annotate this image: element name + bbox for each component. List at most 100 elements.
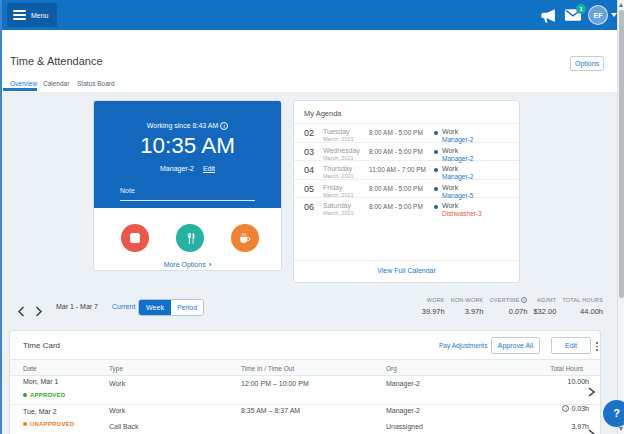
meal-button[interactable]	[176, 224, 204, 252]
break-button[interactable]	[231, 224, 259, 252]
row-chevron-icon[interactable]	[588, 425, 595, 434]
help-button[interactable]: ?	[603, 400, 624, 427]
status-badge: UNAPPROVED	[30, 421, 74, 427]
edit-button[interactable]: Edit	[551, 337, 591, 354]
info-icon[interactable]: i	[521, 297, 527, 303]
info-icon[interactable]: i	[562, 405, 569, 412]
clock-assignment-row: Manager-2 Edit	[94, 165, 281, 172]
window-left-edge	[0, 0, 2, 434]
pay-adjustments-link[interactable]: Pay Adjustments	[439, 342, 487, 349]
clock-panel: Working since 8:43 AM i 10:35 AM Manager…	[94, 101, 281, 208]
agenda-type: Work	[442, 165, 458, 172]
agenda-card: My Agenda 02 Tuesday March, 2021 8:00 AM…	[293, 100, 520, 283]
scrollbar-thumb[interactable]	[619, 10, 624, 298]
stat-overtime: OVERTIME i0.07h	[489, 297, 527, 316]
agenda-title: My Agenda	[304, 109, 342, 118]
agenda-month: March, 2021	[323, 136, 354, 142]
event-dot	[434, 131, 438, 135]
time-attendance-page: Menu 1 EF Time & Attendance Options Over…	[0, 0, 624, 434]
agenda-item[interactable]: 02 Tuesday March, 2021 8:00 AM - 5:00 PM…	[294, 124, 519, 143]
agenda-item[interactable]: 05 Friday March, 2021 8:00 AM - 5:00 PM …	[294, 180, 519, 199]
utensils-icon	[184, 232, 197, 245]
agenda-weekday: Friday	[323, 184, 342, 191]
stat-adjmt: ADJMT$32.00	[533, 297, 556, 316]
info-icon[interactable]: i	[220, 122, 228, 130]
agenda-month: March, 2021	[323, 155, 354, 161]
agenda-day: 05	[304, 184, 314, 194]
agenda-type: Work	[442, 147, 458, 154]
stop-work-button[interactable]	[121, 224, 149, 252]
week-toggle[interactable]: Week	[139, 300, 171, 315]
agenda-time: 11:00 AM - 7:00 PM	[369, 166, 426, 173]
agenda-day: 06	[304, 202, 314, 212]
menu-button[interactable]: Menu	[7, 3, 57, 27]
agenda-item[interactable]: 04 Thursday March, 2021 11:00 AM - 7:00 …	[294, 161, 519, 180]
clock-actions: More Options›	[94, 208, 281, 271]
more-actions-icon[interactable]	[595, 340, 599, 353]
hamburger-icon	[13, 8, 26, 22]
agenda-time: 8:00 AM - 5:00 PM	[369, 148, 423, 155]
page-title: Time & Attendance	[10, 55, 103, 67]
period-toggle[interactable]: Period	[171, 300, 203, 315]
row-chevron-icon[interactable]	[588, 383, 595, 401]
more-options-link[interactable]: More Options›	[94, 260, 281, 269]
view-full-calendar-link[interactable]: View Full Calendar	[294, 267, 519, 274]
event-dot	[434, 187, 438, 191]
note-input[interactable]	[120, 200, 255, 201]
agenda-list: 02 Tuesday March, 2021 8:00 AM - 5:00 PM…	[294, 124, 519, 217]
week-period-toggle: Week Period	[138, 299, 204, 316]
avatar[interactable]: EF	[588, 5, 608, 25]
agenda-day: 02	[304, 128, 314, 138]
scroll-down-arrow[interactable]	[619, 427, 623, 431]
agenda-type: Work	[442, 184, 458, 191]
col-total-hours: Total Hours	[550, 365, 583, 372]
timecard-title: Time Card	[23, 341, 60, 350]
agenda-assignment-link[interactable]: Dishwasher-3	[442, 210, 482, 217]
agenda-month: March, 2021	[323, 210, 354, 216]
notification-badge: 1	[576, 4, 586, 14]
note-label: Note	[120, 187, 135, 194]
active-tab-underline	[3, 88, 37, 91]
agenda-time: 8:00 AM - 5:00 PM	[369, 185, 423, 192]
status-badge: APPROVED	[30, 392, 65, 398]
event-dot	[434, 205, 438, 209]
tab-status-board[interactable]: Status Board	[77, 80, 115, 87]
prev-week-button[interactable]	[17, 303, 26, 314]
options-button[interactable]: Options	[570, 56, 604, 71]
tab-calendar[interactable]: Calendar	[43, 80, 69, 87]
current-link[interactable]: Current	[112, 303, 135, 310]
menu-label: Menu	[31, 12, 49, 19]
scroll-up-arrow[interactable]	[619, 3, 623, 7]
working-since: Working since 8:43 AM i	[94, 122, 281, 130]
col-org: Org	[386, 365, 397, 372]
agenda-weekday: Saturday	[323, 202, 351, 209]
notifications-icon[interactable]: 1	[564, 8, 582, 26]
agenda-day: 04	[304, 165, 314, 175]
divider	[294, 260, 519, 261]
agenda-type: Work	[442, 202, 458, 209]
date-range: Mar 1 - Mar 7	[56, 303, 98, 310]
tab-overview[interactable]: Overview	[10, 80, 37, 87]
agenda-weekday: Thursday	[323, 165, 352, 172]
agenda-item[interactable]: 06 Saturday March, 2021 8:00 AM - 5:00 P…	[294, 198, 519, 217]
chevron-right-icon: ›	[209, 260, 212, 269]
edit-link[interactable]: Edit	[203, 165, 215, 172]
stat-non-work: NON-WORK3.97h	[451, 297, 484, 316]
scrollbar[interactable]	[617, 0, 624, 434]
announcements-icon[interactable]	[540, 8, 557, 27]
col-time: Time In / Time Out	[241, 365, 294, 372]
stat-total-hours: TOTAL HOURS44.00h	[562, 297, 603, 316]
coffee-icon	[238, 231, 252, 245]
next-week-button[interactable]	[35, 303, 44, 314]
approve-all-button[interactable]: Approve All	[491, 337, 540, 354]
stats-summary: WORK39.97h NON-WORK3.97h OVERTIME i0.07h…	[422, 297, 603, 316]
stop-icon	[130, 233, 140, 243]
stat-work: WORK39.97h	[422, 297, 445, 316]
col-date: Date	[23, 365, 37, 372]
agenda-type: Work	[442, 128, 458, 135]
timecard-section: Time Card Pay Adjustments Approve All Ed…	[9, 330, 601, 434]
clock-card: Working since 8:43 AM i 10:35 AM Manager…	[93, 100, 282, 271]
status-dot	[23, 422, 27, 426]
clock-assignment: Manager-2	[160, 165, 194, 172]
agenda-item[interactable]: 03 Wednesday March, 2021 8:00 AM - 5:00 …	[294, 143, 519, 162]
